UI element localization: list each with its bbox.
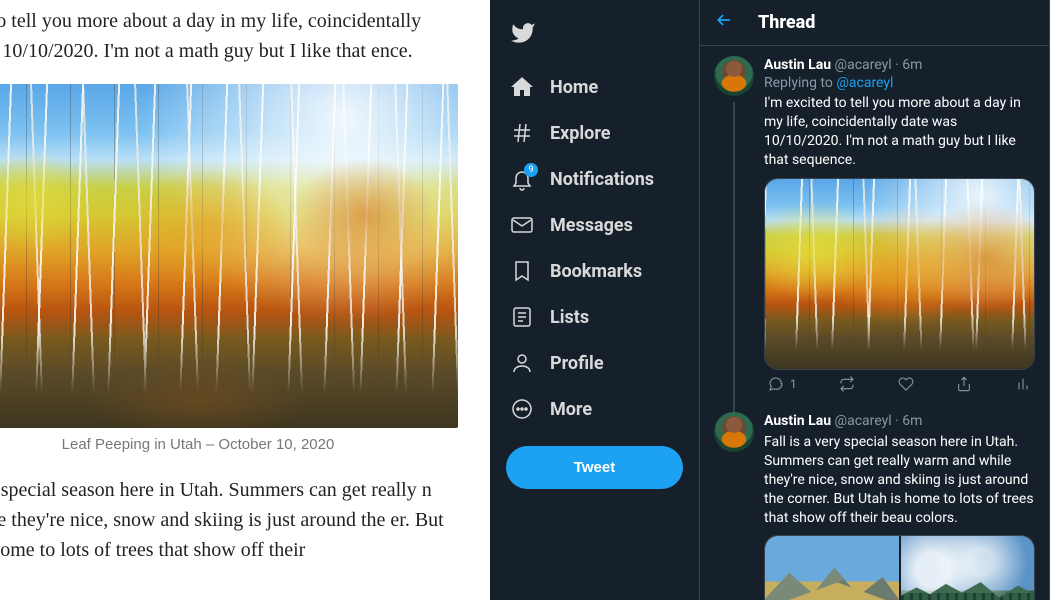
nav-messages-label: Messages [550,215,633,236]
blog-paragraph-2: is a very special season here in Utah. S… [0,475,448,565]
retweet-icon [839,376,855,392]
reply-icon [768,376,784,392]
nav-explore[interactable]: Explore [498,110,691,156]
tweet-body: Austin Lau @acareyl · 6m Fall is a very … [764,412,1035,600]
replying-to-handle[interactable]: @acareyl [836,75,893,91]
notification-badge: 9 [524,163,538,177]
author-handle[interactable]: @acareyl [835,57,892,73]
tweet-image-mountain-1 [765,536,899,600]
tweet-image-forest [765,179,1034,369]
blog-paragraph-1: excited to tell you more about a day in … [0,6,448,66]
nav-notifications[interactable]: 9 Notifications [498,156,691,202]
nav-bookmarks[interactable]: Bookmarks [498,248,691,294]
nav-messages[interactable]: Messages [498,202,691,248]
analytics-button[interactable] [1015,376,1031,392]
timestamp: 6m [902,413,922,429]
twitter-bird-icon [510,20,536,46]
blog-pane: excited to tell you more about a day in … [0,0,490,600]
hash-icon [510,121,534,145]
nav-notifications-label: Notifications [550,169,654,190]
nav-more[interactable]: More [498,386,691,432]
tweet[interactable]: Austin Lau @acareyl · 6m Fall is a very … [700,402,1049,600]
tweet-image-mountain-2 [901,536,1035,600]
bell-icon: 9 [510,167,534,191]
like-button[interactable] [898,376,914,392]
more-icon [510,397,534,421]
back-button[interactable] [714,10,734,35]
nav-lists-label: Lists [550,307,589,328]
tweet-header: Austin Lau @acareyl · 6m [764,56,1035,74]
author-name[interactable]: Austin Lau [764,57,831,73]
thread-connector [733,102,735,412]
profile-icon [510,351,534,375]
bookmark-icon [510,259,534,283]
heart-icon [898,376,914,392]
tweet-media-grid[interactable] [764,535,1035,600]
twitter-logo[interactable] [498,12,691,64]
nav-profile-label: Profile [550,353,604,374]
arrow-left-icon [714,10,734,30]
tweet-text: Fall is a very special season here in Ut… [764,433,1035,527]
reply-count: 1 [790,377,797,391]
avatar[interactable] [714,412,754,452]
nav-more-label: More [550,399,592,420]
thread-header: Thread [700,0,1049,46]
blog-image-caption: Leaf Peeping in Utah – October 10, 2020 [0,436,458,453]
nav-bookmarks-label: Bookmarks [550,261,642,282]
nav-home[interactable]: Home [498,64,691,110]
retweet-button[interactable] [839,376,855,392]
nav-lists[interactable]: Lists [498,294,691,340]
avatar[interactable] [714,56,754,96]
analytics-icon [1015,376,1031,392]
nav-home-label: Home [550,77,598,98]
blog-figure: Leaf Peeping in Utah – October 10, 2020 [0,84,458,453]
replying-to-prefix: Replying to [764,75,836,91]
compose-tweet-button[interactable]: Tweet [506,446,683,489]
twitter-main: Thread Austin Lau @acareyl · 6m Replying… [700,0,1050,600]
twitter-pane: Home Explore 9 Notifications Messages Bo… [490,0,1050,600]
nav-profile[interactable]: Profile [498,340,691,386]
blog-hero-image [0,84,458,428]
timestamp: 6m [902,57,922,73]
home-icon [510,75,534,99]
tweet-body: Austin Lau @acareyl · 6m Replying to @ac… [764,56,1035,402]
tweet-media[interactable] [764,178,1035,370]
tweet-header: Austin Lau @acareyl · 6m [764,412,1035,430]
nav-explore-label: Explore [550,123,610,144]
list-icon [510,305,534,329]
share-icon [956,376,972,392]
thread-title: Thread [758,12,815,33]
share-button[interactable] [956,376,972,392]
author-handle[interactable]: @acareyl [835,413,892,429]
envelope-icon [510,213,534,237]
twitter-sidebar: Home Explore 9 Notifications Messages Bo… [490,0,700,600]
tweet-text: I'm excited to tell you more about a day… [764,94,1035,170]
reply-button[interactable]: 1 [768,376,797,392]
tweet-actions: 1 [764,370,1035,402]
author-name[interactable]: Austin Lau [764,413,831,429]
replying-to: Replying to @acareyl [764,75,1035,91]
tweet[interactable]: Austin Lau @acareyl · 6m Replying to @ac… [700,46,1049,402]
